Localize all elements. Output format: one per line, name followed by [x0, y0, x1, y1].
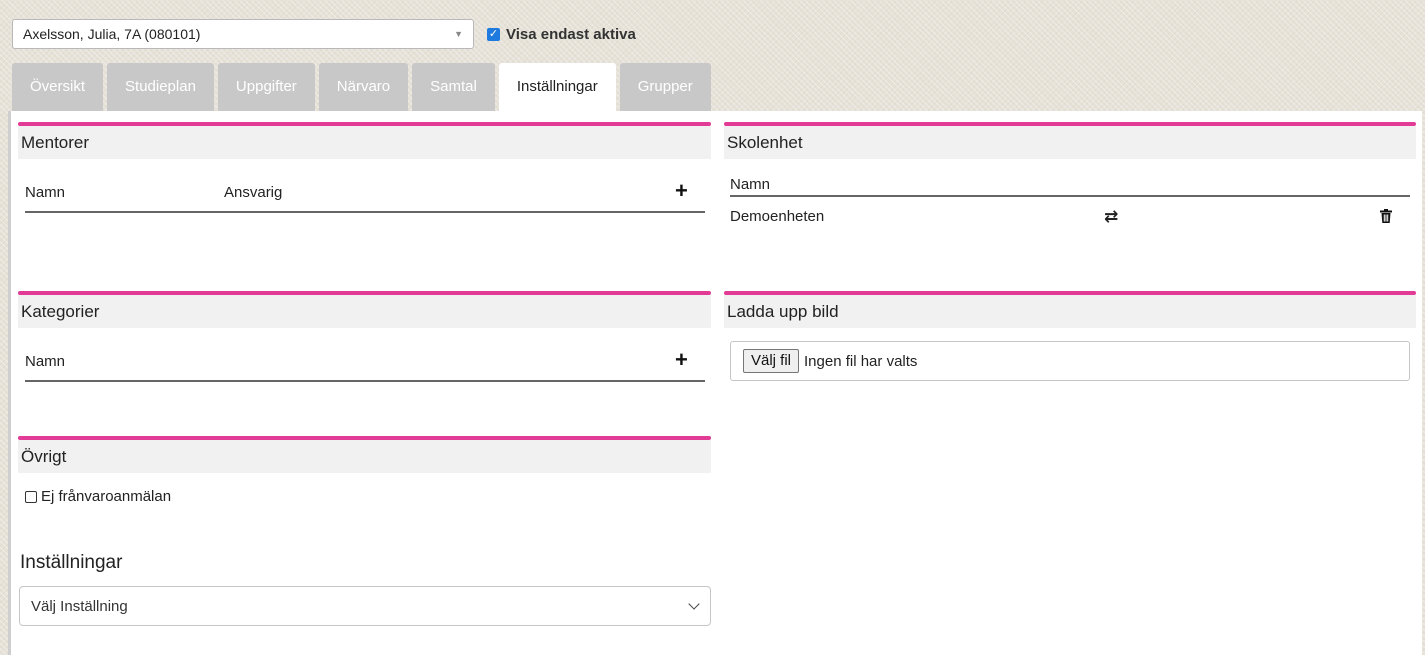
ovrigt-header: Övrigt [18, 440, 711, 473]
kategorier-col-name: Namn [25, 353, 66, 370]
mentorer-header-divider [25, 211, 705, 213]
swap-icon[interactable]: ⇄ [1104, 207, 1118, 227]
plus-icon[interactable]: + [675, 349, 688, 371]
kategorier-header: Kategorier [18, 295, 711, 328]
skolenhet-col-name: Namn [730, 176, 771, 193]
skolenhet-header-divider [730, 195, 1410, 197]
file-status: Ingen fil har valts [804, 352, 918, 370]
tab-studieplan[interactable]: Studieplan [107, 63, 214, 111]
no-absence-report-label: Ej frånvaroanmälan [41, 488, 172, 505]
tab-narvaro[interactable]: Närvaro [318, 63, 409, 111]
trash-icon[interactable] [1380, 209, 1392, 227]
settings-panel: Mentorer Namn Ansvarig + Skolenhet Namn … [8, 111, 1422, 655]
active-only-label: Visa endast aktiva [506, 25, 636, 43]
tab-bar: Översikt Studieplan Uppgifter Närvaro Sa… [12, 63, 715, 112]
chevron-down-icon: ▼ [454, 29, 463, 39]
choose-file-button[interactable]: Välj fil [743, 349, 800, 373]
mentorer-header: Mentorer [18, 126, 711, 159]
panel-left-border [8, 111, 11, 655]
mentorer-card: Mentorer [18, 122, 711, 159]
top-bar: Axelsson, Julia, 7A (080101) ▼ ✓ Visa en… [12, 19, 636, 49]
skolenhet-row-name: Demoenheten [730, 208, 825, 225]
tab-installningar[interactable]: Inställningar [498, 63, 616, 112]
kategorier-card: Kategorier [18, 291, 711, 328]
no-absence-report-checkbox[interactable]: Ej frånvaroanmälan [25, 488, 171, 505]
kategorier-header-divider [25, 380, 705, 382]
student-select-value: Axelsson, Julia, 7A (080101) [23, 26, 201, 42]
checkbox-empty-icon[interactable] [25, 490, 37, 503]
plus-icon[interactable]: + [675, 180, 688, 202]
skolenhet-card: Skolenhet [724, 122, 1416, 159]
mentorer-col-responsible: Ansvarig [224, 184, 283, 201]
tab-uppgifter[interactable]: Uppgifter [217, 63, 315, 111]
upload-card: Ladda upp bild [724, 291, 1416, 328]
ovrigt-card: Övrigt [18, 436, 711, 473]
mentorer-col-name: Namn [25, 184, 66, 201]
tab-grupper[interactable]: Grupper [619, 63, 711, 111]
chevron-down-icon [688, 598, 700, 610]
settings-select-value: Välj Inställning [31, 597, 128, 615]
upload-header: Ladda upp bild [724, 295, 1416, 328]
settings-select[interactable]: Välj Inställning [19, 586, 711, 626]
tab-samtal[interactable]: Samtal [412, 63, 495, 111]
settings-title: Inställningar [20, 552, 123, 573]
tab-oversikt[interactable]: Översikt [12, 63, 104, 111]
active-only-checkbox[interactable]: ✓ Visa endast aktiva [487, 26, 636, 43]
file-input[interactable]: Välj fil Ingen fil har valts [730, 341, 1410, 381]
skolenhet-header: Skolenhet [724, 126, 1416, 159]
checkbox-checked-icon[interactable]: ✓ [487, 27, 500, 41]
student-select[interactable]: Axelsson, Julia, 7A (080101) ▼ [12, 19, 474, 49]
